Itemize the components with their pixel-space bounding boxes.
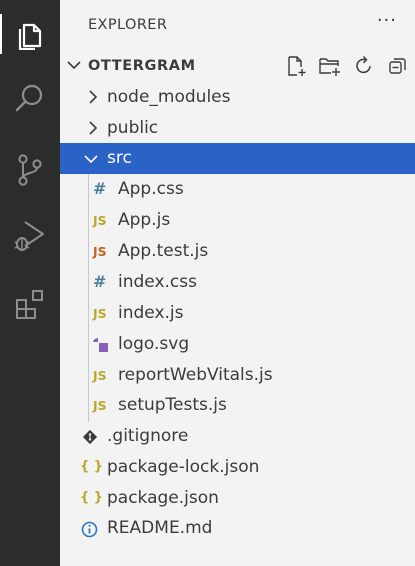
- tree-item-gitignore[interactable]: .gitignore: [60, 421, 415, 452]
- project-folder-header[interactable]: OTTERGRAM: [60, 52, 415, 80]
- explorer-sidebar: EXPLORER ··· OTTERGRAM node_modules publ…: [60, 0, 415, 566]
- info-icon: [81, 521, 98, 538]
- tree-item-label: node_modules: [107, 87, 231, 107]
- tree-item-readme[interactable]: README.md: [60, 513, 415, 544]
- chevron-down-icon: [84, 155, 98, 164]
- tree-item-label: public: [107, 118, 159, 138]
- folder-actions: [283, 54, 411, 78]
- tree-item-label: index.css: [118, 272, 197, 292]
- more-actions-button[interactable]: ···: [377, 10, 397, 31]
- activity-explorer[interactable]: [0, 8, 60, 60]
- tree-item-label: index.js: [118, 303, 184, 323]
- chevron-right-icon: [89, 121, 98, 135]
- tree-item-label: setupTests.js: [118, 395, 227, 415]
- refresh-icon: [356, 55, 371, 74]
- vscode-window: EXPLORER ··· OTTERGRAM node_modules publ…: [0, 0, 415, 566]
- css-file-icon: #: [93, 179, 107, 198]
- test-js-file-icon: JS: [93, 244, 107, 259]
- js-file-icon: JS: [93, 368, 107, 383]
- js-file-icon: JS: [93, 398, 107, 413]
- json-file-icon: { }: [80, 459, 104, 474]
- collapse-all-button[interactable]: [385, 54, 411, 78]
- tree-item-label: package.json: [107, 488, 219, 508]
- run-debug-icon: [14, 221, 44, 251]
- tree-item-logo-svg[interactable]: logo.svg: [60, 329, 415, 360]
- tree-item-package-json[interactable]: { } package.json: [60, 483, 415, 514]
- svg-file-icon: [93, 337, 108, 352]
- js-file-icon: JS: [93, 306, 107, 321]
- refresh-button[interactable]: [351, 54, 377, 78]
- tree-item-label: App.js: [118, 210, 171, 230]
- js-file-icon: JS: [93, 213, 107, 228]
- activity-bar: [0, 0, 60, 566]
- tree-item-index-js[interactable]: JS index.js: [60, 298, 415, 329]
- explorer-icon: [18, 23, 42, 50]
- collapse-all-icon: [389, 58, 406, 74]
- tree-item-index-css[interactable]: # index.css: [60, 267, 415, 298]
- tree-item-app-test-js[interactable]: JS App.test.js: [60, 236, 415, 267]
- tree-item-label: .gitignore: [107, 426, 189, 446]
- tree-item-label: src: [107, 148, 132, 168]
- tree-item-public[interactable]: public: [60, 113, 415, 144]
- tree-item-label: package-lock.json: [107, 457, 260, 477]
- activity-run-debug[interactable]: [0, 210, 60, 262]
- source-control-icon: [18, 154, 42, 186]
- tree-item-label: reportWebVitals.js: [118, 365, 273, 385]
- activity-search[interactable]: [0, 72, 60, 124]
- sidebar-title: EXPLORER: [88, 17, 168, 33]
- tree-item-node-modules[interactable]: node_modules: [60, 82, 415, 113]
- chevron-down-icon: [67, 61, 81, 70]
- tree-item-setup-tests[interactable]: JS setupTests.js: [60, 390, 415, 421]
- css-file-icon: #: [93, 272, 107, 291]
- tree-item-label: logo.svg: [118, 334, 190, 354]
- tree-item-package-lock-json[interactable]: { } package-lock.json: [60, 452, 415, 483]
- tree-item-label: App.test.js: [118, 241, 209, 261]
- new-folder-icon: [319, 58, 340, 76]
- tree-item-app-css[interactable]: # App.css: [60, 174, 415, 205]
- json-file-icon: { }: [80, 490, 104, 505]
- project-name: OTTERGRAM: [88, 58, 196, 74]
- new-file-icon: [288, 56, 306, 76]
- new-folder-button[interactable]: [317, 54, 343, 78]
- activity-source-control[interactable]: [0, 144, 60, 196]
- tree-item-src[interactable]: src: [60, 143, 415, 174]
- search-icon: [15, 84, 43, 112]
- extensions-icon: [16, 290, 43, 319]
- activity-extensions[interactable]: [0, 278, 60, 330]
- chevron-right-icon: [89, 90, 98, 104]
- tree-item-label: README.md: [107, 518, 213, 538]
- git-file-icon: [82, 429, 98, 445]
- new-file-button[interactable]: [283, 54, 309, 78]
- tree-item-app-js[interactable]: JS App.js: [60, 205, 415, 236]
- tree-item-label: App.css: [118, 179, 184, 199]
- tree-item-report-web-vitals[interactable]: JS reportWebVitals.js: [60, 360, 415, 391]
